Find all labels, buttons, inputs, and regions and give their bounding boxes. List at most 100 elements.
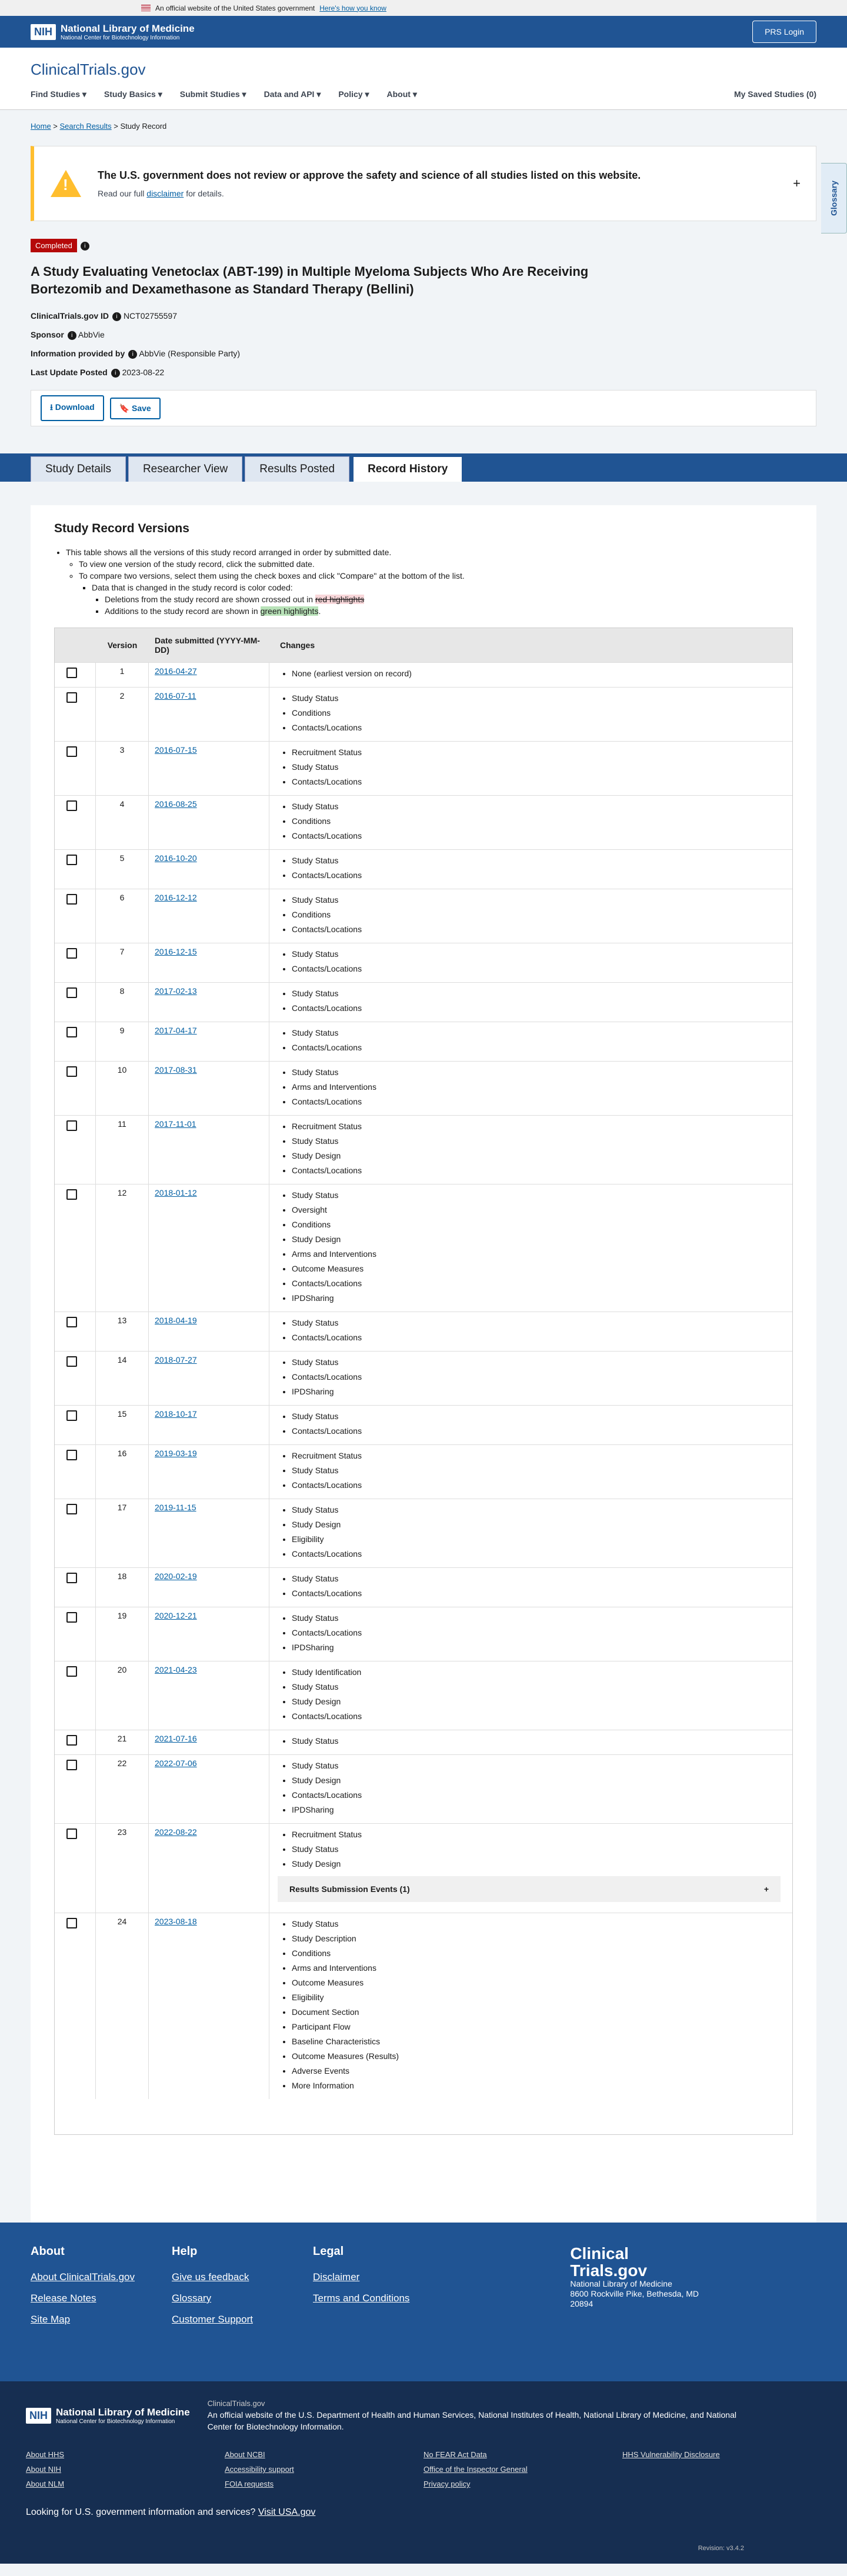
info-icon[interactable]: i bbox=[67, 331, 76, 340]
info-icon[interactable]: i bbox=[112, 312, 122, 321]
footer-bottom-link[interactable]: HHS Vulnerability Disclosure bbox=[622, 2450, 821, 2459]
save-button[interactable]: 🔖 Save bbox=[109, 397, 161, 419]
version-date-link[interactable]: 2017-04-17 bbox=[155, 1026, 197, 1035]
my-saved-studies-link[interactable]: My Saved Studies (0) bbox=[734, 89, 816, 99]
version-date-link[interactable]: 2016-12-12 bbox=[155, 893, 197, 902]
nav-about[interactable]: About ▾ bbox=[387, 89, 417, 99]
nih-logo[interactable]: NIH National Library of Medicine National… bbox=[31, 23, 195, 41]
footer-link[interactable]: Give us feedback bbox=[172, 2271, 313, 2283]
version-date-link[interactable]: 2018-01-12 bbox=[155, 1188, 197, 1197]
expand-icon[interactable]: + bbox=[764, 1884, 769, 1894]
version-date-link[interactable]: 2016-10-20 bbox=[155, 853, 197, 863]
version-date-link[interactable]: 2019-11-15 bbox=[155, 1503, 196, 1512]
tab-researcher-view[interactable]: Researcher View bbox=[128, 456, 243, 482]
footer-bottom-link[interactable]: About HHS bbox=[26, 2450, 225, 2459]
footer-bottom-link[interactable]: Accessibility support bbox=[225, 2465, 424, 2474]
version-date-link[interactable]: 2022-08-22 bbox=[155, 1827, 197, 1837]
footer-link[interactable]: About ClinicalTrials.gov bbox=[31, 2271, 172, 2283]
breadcrumb-search-results[interactable]: Search Results bbox=[60, 122, 112, 131]
glossary-tab[interactable]: Glossary bbox=[821, 163, 847, 233]
version-checkbox[interactable] bbox=[66, 668, 77, 678]
version-checkbox[interactable] bbox=[66, 1450, 77, 1460]
prs-login-button[interactable]: PRS Login bbox=[752, 21, 816, 43]
version-date-link[interactable]: 2016-07-11 bbox=[155, 691, 196, 700]
footer-bottom-link[interactable]: FOIA requests bbox=[225, 2480, 424, 2488]
info-icon[interactable]: i bbox=[80, 241, 89, 251]
version-checkbox[interactable] bbox=[66, 1918, 77, 1928]
version-date-link[interactable]: 2021-07-16 bbox=[155, 1734, 197, 1743]
version-date-link[interactable]: 2016-07-15 bbox=[155, 745, 197, 755]
version-date-link[interactable]: 2016-08-25 bbox=[155, 799, 197, 809]
version-checkbox[interactable] bbox=[66, 1027, 77, 1037]
tab-results-posted[interactable]: Results Posted bbox=[245, 456, 350, 482]
version-checkbox[interactable] bbox=[66, 1612, 77, 1623]
version-date-link[interactable]: 2017-11-01 bbox=[155, 1119, 196, 1129]
nav-study-basics[interactable]: Study Basics ▾ bbox=[104, 89, 162, 99]
row-select-cell bbox=[55, 1499, 96, 1567]
info-icon[interactable]: i bbox=[128, 349, 138, 359]
expand-alert-icon[interactable]: + bbox=[793, 176, 801, 191]
table-row: 1 2016-04-27 None (earliest version on rec… bbox=[55, 662, 792, 687]
footer-bottom-link[interactable]: About NIH bbox=[26, 2465, 225, 2474]
version-checkbox[interactable] bbox=[66, 948, 77, 959]
footer-bottom-link[interactable]: Office of the Inspector General bbox=[424, 2465, 622, 2474]
version-checkbox[interactable] bbox=[66, 1735, 77, 1746]
version-date-link[interactable]: 2020-12-21 bbox=[155, 1611, 197, 1620]
version-checkbox[interactable] bbox=[66, 1317, 77, 1327]
version-checkbox[interactable] bbox=[66, 1828, 77, 1839]
nav-find-studies[interactable]: Find Studies ▾ bbox=[31, 89, 86, 99]
nav-data-and-api[interactable]: Data and API ▾ bbox=[264, 89, 321, 99]
results-submission-events[interactable]: Results Submission Events (1) + bbox=[278, 1876, 781, 1902]
gov-banner-link[interactable]: Here's how you know bbox=[319, 4, 386, 12]
footer-link[interactable]: Site Map bbox=[31, 2314, 172, 2325]
version-checkbox[interactable] bbox=[66, 692, 77, 703]
version-checkbox[interactable] bbox=[66, 1120, 77, 1131]
version-date-link[interactable]: 2016-12-15 bbox=[155, 947, 197, 956]
download-button[interactable]: ⭳ Download bbox=[41, 395, 104, 421]
version-checkbox[interactable] bbox=[66, 855, 77, 865]
footer-bottom-link[interactable]: About NLM bbox=[26, 2480, 225, 2488]
version-date-link[interactable]: 2016-04-27 bbox=[155, 666, 197, 676]
version-date-link[interactable]: 2017-08-31 bbox=[155, 1065, 197, 1075]
version-checkbox[interactable] bbox=[66, 894, 77, 905]
version-date-link[interactable]: 2019-03-19 bbox=[155, 1449, 197, 1458]
version-date-link[interactable]: 2018-10-17 bbox=[155, 1409, 197, 1419]
version-date-link[interactable]: 2021-04-23 bbox=[155, 1665, 197, 1674]
version-checkbox[interactable] bbox=[66, 1504, 77, 1514]
footer-bottom-link[interactable]: No FEAR Act Data bbox=[424, 2450, 622, 2459]
version-date-link[interactable]: 2020-02-19 bbox=[155, 1571, 197, 1581]
version-checkbox[interactable] bbox=[66, 1356, 77, 1367]
version-date-link[interactable]: 2018-04-19 bbox=[155, 1316, 197, 1325]
tab-record-history[interactable]: Record History bbox=[352, 455, 464, 482]
nav-submit-studies[interactable]: Submit Studies ▾ bbox=[180, 89, 246, 99]
version-checkbox[interactable] bbox=[66, 1573, 77, 1583]
ctgov-logo[interactable]: ClinicalTrials.gov bbox=[31, 61, 816, 79]
version-date-link[interactable]: 2017-02-13 bbox=[155, 986, 197, 996]
disclaimer-link[interactable]: disclaimer bbox=[146, 189, 184, 198]
version-checkbox[interactable] bbox=[66, 1410, 77, 1421]
version-date-link[interactable]: 2022-07-06 bbox=[155, 1759, 197, 1768]
footer-link[interactable]: Terms and Conditions bbox=[313, 2293, 454, 2304]
change-item: Adverse Events bbox=[292, 2064, 792, 2078]
footer-link[interactable]: Glossary bbox=[172, 2293, 313, 2304]
version-checkbox[interactable] bbox=[66, 1189, 77, 1200]
footer-nih-logo[interactable]: NIH National Library of Medicine National … bbox=[26, 2399, 190, 2432]
version-checkbox[interactable] bbox=[66, 1066, 77, 1077]
version-checkbox[interactable] bbox=[66, 746, 77, 757]
breadcrumb-home[interactable]: Home bbox=[31, 122, 51, 131]
footer-link[interactable]: Disclaimer bbox=[313, 2271, 454, 2283]
usa-gov-link[interactable]: Visit USA.gov bbox=[258, 2507, 316, 2517]
info-icon[interactable]: i bbox=[111, 368, 120, 378]
version-checkbox[interactable] bbox=[66, 1760, 77, 1770]
footer-link[interactable]: Release Notes bbox=[31, 2293, 172, 2304]
version-date-link[interactable]: 2018-07-27 bbox=[155, 1355, 197, 1364]
version-checkbox[interactable] bbox=[66, 800, 77, 811]
version-checkbox[interactable] bbox=[66, 987, 77, 998]
version-checkbox[interactable] bbox=[66, 1666, 77, 1677]
nav-policy[interactable]: Policy ▾ bbox=[338, 89, 369, 99]
footer-bottom-link[interactable]: About NCBI bbox=[225, 2450, 424, 2459]
footer-bottom-link[interactable]: Privacy policy bbox=[424, 2480, 622, 2488]
footer-link[interactable]: Customer Support bbox=[172, 2314, 313, 2325]
tab-study-details[interactable]: Study Details bbox=[31, 456, 126, 482]
version-date-link[interactable]: 2023-08-18 bbox=[155, 1917, 197, 1926]
